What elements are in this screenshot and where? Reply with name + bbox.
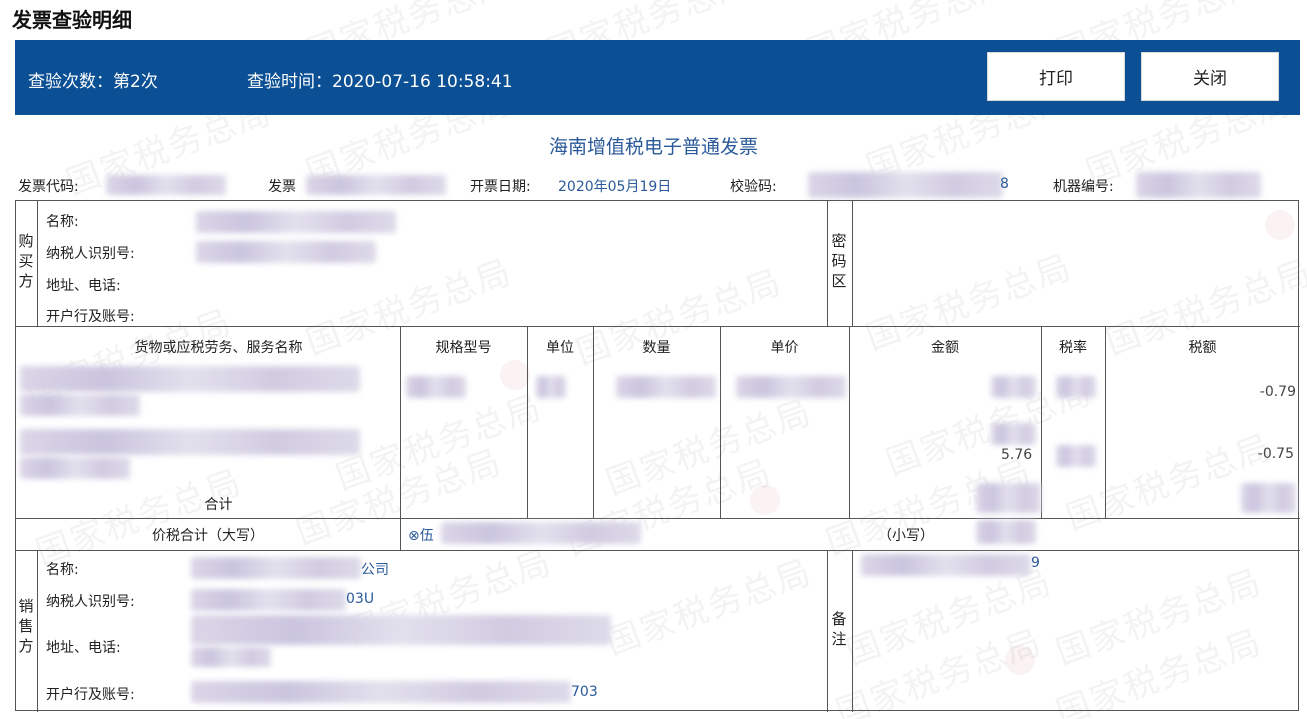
invoice-code-label: 发票代码: (18, 179, 79, 195)
invoice-number-label: 发票 (268, 179, 296, 195)
divider (16, 550, 1300, 551)
invoice-date-value: 2020年05月19日 (558, 179, 672, 195)
redacted-buyer-taxid (196, 241, 376, 263)
redacted-item-unit (536, 376, 566, 398)
buyer-section-label: 购买方 (18, 232, 34, 290)
header-unit-price: 单价 (770, 340, 799, 356)
header-goods-name: 货物或应税劳务、服务名称 (134, 340, 303, 356)
price-tax-lower-label: （小写） (878, 528, 934, 544)
item-tax-amount: -0.79 (1259, 384, 1296, 400)
redacted-seller-address (191, 647, 271, 667)
check-count: 查验次数：第2次 (28, 72, 158, 92)
item-amount-tail: 5.76 (1001, 447, 1033, 463)
invoice-title: 海南增值税电子普通发票 (548, 136, 758, 158)
redacted-seller-name (191, 557, 361, 579)
price-tax-upper-prefix: ⊗伍 (408, 528, 434, 544)
item-tax-amount: -0.75 (1257, 446, 1294, 462)
divider (37, 550, 38, 712)
seller-name-tail: 公司 (361, 562, 389, 578)
redacted-item-name (20, 366, 360, 392)
redacted-item-rate (1056, 445, 1096, 467)
redacted-price-tax-lower (976, 520, 1036, 544)
header-tax-amount: 税额 (1188, 340, 1217, 356)
buyer-name-label: 名称: (46, 214, 79, 230)
redacted-item-name (20, 429, 360, 455)
seller-address-label: 地址、电话: (46, 640, 121, 656)
header-spec: 规格型号 (435, 340, 492, 356)
seller-bank-tail: 703 (571, 684, 598, 700)
check-code-tail: 8 (1000, 176, 1009, 192)
redacted-buyer-name (196, 211, 396, 233)
divider (827, 550, 828, 712)
check-time: 查验时间：2020-07-16 10:58:41 (247, 72, 513, 92)
redacted-item-name (20, 394, 140, 416)
seller-section-label: 销售方 (18, 597, 34, 655)
price-tax-upper-label: 价税合计（大写） (152, 528, 264, 544)
print-button[interactable]: 打印 (987, 52, 1125, 101)
redacted-item-price (736, 376, 846, 398)
remark-tail: 9 (1031, 555, 1040, 571)
header-quantity: 数量 (642, 340, 671, 356)
divider (16, 326, 1300, 327)
redacted-remark (861, 554, 1031, 576)
cipher-area-label: 密码区 (831, 232, 847, 290)
invoice-date-label: 开票日期: (470, 179, 531, 195)
buyer-taxid-label: 纳税人识别号: (46, 246, 135, 262)
redacted-seller-address (191, 615, 611, 645)
redacted-item-quantity (616, 376, 716, 398)
redacted-item-amount (991, 376, 1036, 398)
redacted-invoice-number (306, 175, 446, 195)
buyer-bank-label: 开户行及账号: (46, 309, 135, 325)
divider (852, 201, 853, 326)
close-button[interactable]: 关闭 (1141, 52, 1279, 101)
redacted-total-tax (1241, 483, 1296, 513)
buyer-address-label: 地址、电话: (46, 278, 121, 294)
machine-number-label: 机器编号: (1053, 179, 1114, 195)
seller-taxid-label: 纳税人识别号: (46, 594, 135, 610)
header-tax-rate: 税率 (1059, 340, 1087, 356)
redacted-item-rate (1056, 376, 1096, 398)
seller-taxid-tail: 03U (346, 591, 375, 607)
redacted-invoice-code (106, 175, 226, 195)
redacted-item-amount (991, 423, 1036, 445)
redacted-item-spec (406, 376, 466, 398)
header-amount: 金额 (931, 340, 959, 356)
redacted-seller-taxid (191, 589, 346, 611)
total-label: 合计 (204, 497, 233, 513)
divider (16, 518, 1300, 519)
header-unit: 单位 (546, 340, 574, 356)
seller-bank-label: 开户行及账号: (46, 687, 135, 703)
redacted-check-code (808, 172, 1003, 198)
redacted-price-tax-upper (441, 522, 641, 544)
divider (827, 201, 828, 326)
remark-label: 备注 (831, 610, 847, 648)
redacted-item-name (20, 457, 130, 479)
redacted-total-amount (976, 483, 1041, 513)
check-code-label: 校验码: (730, 179, 777, 195)
divider (852, 550, 853, 712)
invoice-table: 购买方 名称: 纳税人识别号: 地址、电话: 开户行及账号: 密码区 货物或应税… (15, 200, 1300, 712)
page-title: 发票查验明细 (12, 8, 132, 32)
divider (37, 201, 38, 326)
divider (400, 326, 401, 550)
redacted-seller-bank (191, 681, 571, 703)
redacted-machine-number (1136, 172, 1261, 198)
invoice-meta-row: 发票代码: 发票 开票日期: 2020年05月19日 校验码: 8 机器编号: (18, 172, 1303, 198)
seller-name-label: 名称: (46, 562, 79, 578)
info-toolbar: 查验次数：第2次 查验时间：2020-07-16 10:58:41 打印 关闭 (15, 40, 1300, 115)
